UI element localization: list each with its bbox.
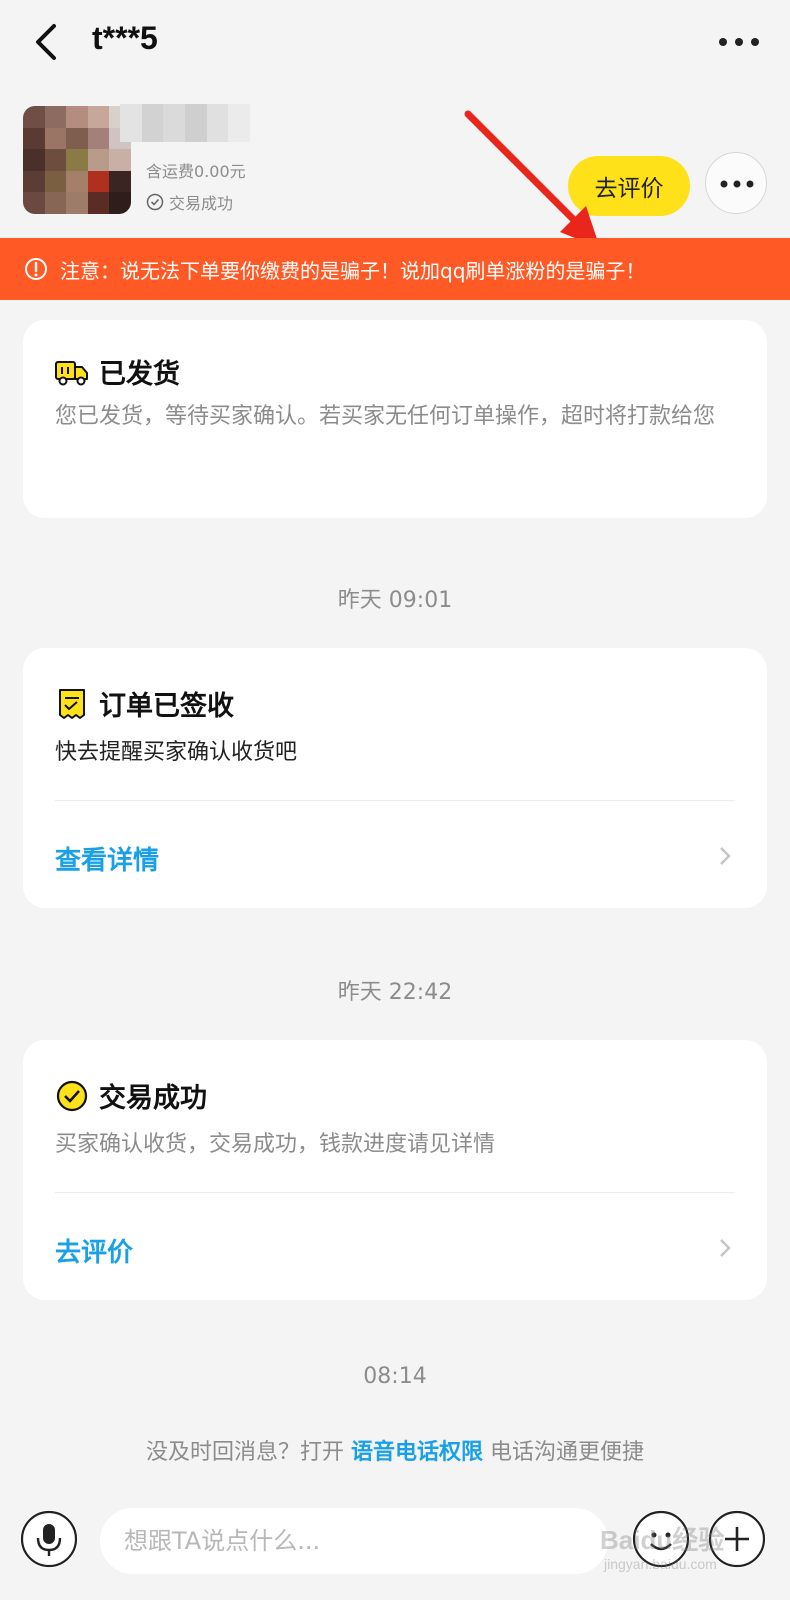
order-summary[interactable]: 含运费0.00元 交易成功 去评价 [0,86,790,248]
timestamp: 08:14 [363,1364,427,1389]
emoji-icon [632,1510,690,1568]
view-details-link[interactable]: 查看详情 [55,840,159,877]
divider [55,1192,735,1193]
card-description: 快去提醒买家确认收货吧 [55,740,298,765]
divider [55,800,735,801]
review-button[interactable]: 去评价 [568,156,690,216]
more-actions-button[interactable] [708,1510,766,1568]
card-title: 已发货 [55,352,180,391]
checkmark-icon [56,1080,88,1111]
card-title-text: 订单已签收 [99,691,234,722]
timestamp: 昨天 22:42 [337,980,453,1005]
receipt-icon [59,688,85,719]
card-description: 您已发货，等待买家确认。若买家无任何订单操作，超时将打款给您 [55,404,716,429]
warning-icon [25,258,47,280]
card-description: 买家确认收货，交易成功，钱款进度请见详情 [55,1132,496,1157]
emoji-button[interactable] [632,1510,690,1568]
product-thumbnail[interactable] [23,106,131,214]
voice-permission-link[interactable]: 语音电话权限 [351,1440,483,1465]
go-review-link[interactable]: 去评价 [55,1232,133,1269]
plus-icon [708,1510,766,1568]
more-dots-icon [720,180,754,188]
message-input[interactable] [100,1508,608,1574]
back-arrow-icon [36,24,56,60]
shipped-card: 已发货 您已发货，等待买家确认。若买家无任何订单操作，超时将打款给您 [23,320,767,518]
tip-text-before: 没及时回消息？打开 [145,1440,351,1465]
check-circle-icon [146,193,164,211]
card-title: 订单已签收 [55,684,234,723]
timestamp: 昨天 09:01 [337,588,453,613]
order-status: 交易成功 [146,190,233,214]
warning-text: 注意：说无法下单要你缴费的是骗子！说加qq刷单涨粉的是骗子！ [60,258,646,283]
order-status-label: 交易成功 [169,194,234,213]
warning-banner: 注意：说无法下单要你缴费的是骗子！说加qq刷单涨粉的是骗子！ [0,238,790,300]
card-title: 交易成功 [55,1076,207,1115]
microphone-icon [20,1510,78,1568]
freight-text: 含运费0.00元 [146,162,246,181]
chat-title: t***5 [92,20,158,56]
voice-input-button[interactable] [20,1510,78,1568]
card-title-text: 交易成功 [99,1083,207,1114]
back-button[interactable] [26,18,70,66]
top-bar: t***5 [0,0,790,86]
more-dots-icon [719,38,759,46]
chevron-right-icon[interactable] [717,1236,733,1260]
truck-icon [55,360,88,385]
blurred-product-title [120,104,250,142]
more-button[interactable] [716,30,762,54]
tip-text-after: 电话沟通更便捷 [483,1440,644,1465]
order-more-button[interactable] [705,152,767,214]
signed-card: 订单已签收 快去提醒买家确认收货吧 查看详情 [23,648,767,908]
voice-call-tip: 没及时回消息？打开 语音电话权限 电话沟通更便捷 [0,1434,790,1466]
card-title-text: 已发货 [99,359,180,390]
chevron-right-icon[interactable] [717,844,733,868]
deal-success-card: 交易成功 买家确认收货，交易成功，钱款进度请见详情 去评价 [23,1040,767,1300]
